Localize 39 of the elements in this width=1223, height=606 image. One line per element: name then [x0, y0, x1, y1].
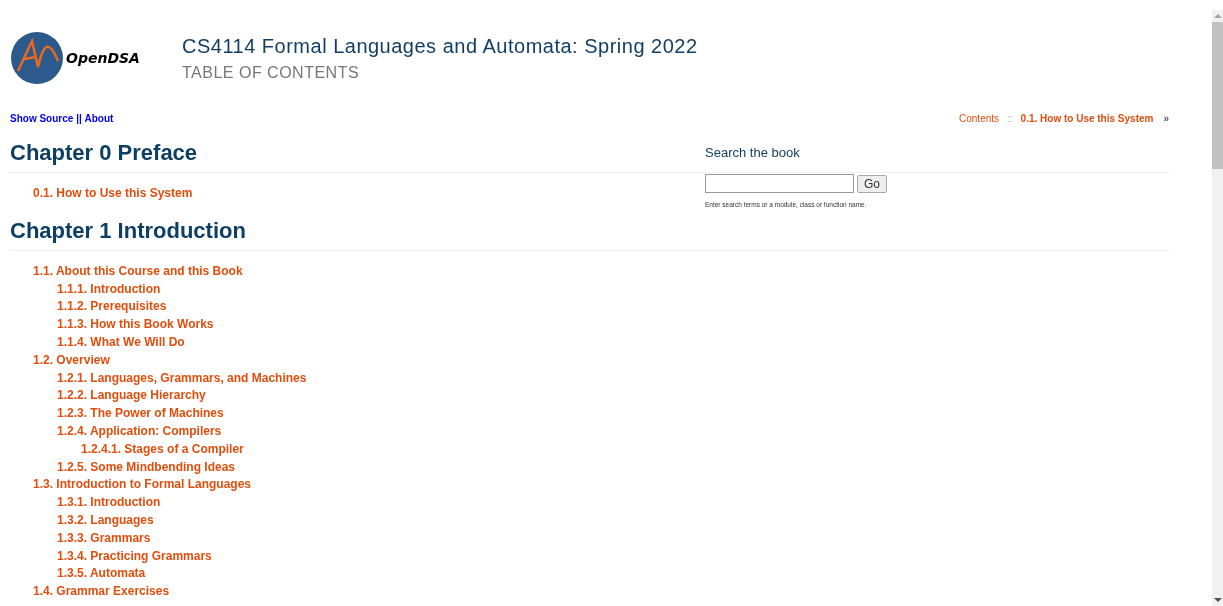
toc-link[interactable]: 1.2. Overview — [33, 352, 110, 367]
scrollbar[interactable] — [1212, 10, 1223, 606]
scroll-up-icon[interactable] — [1213, 14, 1222, 18]
search-heading: Search the book — [705, 145, 801, 160]
toc-link[interactable]: 1.3.1. Introduction — [57, 495, 161, 510]
search-field[interactable] — [705, 174, 854, 193]
toc-link[interactable]: 1.2.4. Application: Compilers — [57, 423, 222, 438]
about-link[interactable]: About — [84, 112, 114, 124]
toc-link[interactable]: 1.1.3. How this Book Works — [57, 317, 214, 332]
toc-link[interactable]: 0.1. How to Use this System — [33, 186, 193, 200]
scroll-thumb[interactable] — [1212, 22, 1223, 169]
show-source-link[interactable]: Show Source — [10, 112, 74, 124]
toc-link[interactable]: 1.2.1. Languages, Grammars, and Machines — [57, 370, 307, 385]
logo-icon — [10, 31, 64, 85]
next-link[interactable]: » — [1163, 112, 1169, 124]
toc-link[interactable]: 1.2.4.1. Stages of a Compiler — [81, 441, 244, 456]
separator: || — [76, 112, 82, 124]
toc-link[interactable]: 1.3.5. Automata — [57, 566, 146, 581]
toc-link[interactable]: 1.1.4. What We Will Do — [57, 335, 185, 349]
toc-link[interactable]: 1.4. Grammar Exercises — [33, 584, 170, 599]
toc-link[interactable]: 1.1.1. Introduction — [57, 281, 161, 296]
chapter-heading: Chapter 1 Introduction — [10, 212, 1169, 251]
toc-link[interactable]: 1.3.4. Practicing Grammars — [57, 548, 212, 563]
scroll-down-icon[interactable] — [1213, 598, 1222, 602]
toc-link[interactable]: 1.3. Introduction to Formal Languages — [33, 477, 251, 492]
toc-link[interactable]: 1.3.3. Grammars — [57, 530, 151, 545]
page-subtitle: TABLE OF CONTENTS — [182, 63, 361, 82]
current-page-link[interactable]: 0.1. How to Use this System — [1020, 112, 1154, 124]
separator: :: — [1007, 112, 1013, 124]
contents-link[interactable]: Contents — [959, 112, 1000, 124]
toc-link[interactable]: 1.1.2. Prerequisites — [57, 299, 167, 314]
toc-link[interactable]: 1.2.3. The Power of Machines — [57, 406, 224, 421]
toc-link[interactable]: 1.2.5. Some Mindbending Ideas — [57, 459, 236, 474]
toc-link[interactable]: 1.1. About this Course and this Book — [33, 263, 243, 278]
book-title: CS4114 Formal Languages and Automata: Spring 2022 — [182, 34, 698, 58]
logo-text: OpenDSA — [66, 50, 140, 66]
go-button[interactable]: Go — [857, 174, 887, 193]
toc-link[interactable]: 1.2.2. Language Hierarchy — [57, 388, 206, 403]
toc-link[interactable]: 1.3.2. Languages — [57, 512, 154, 527]
